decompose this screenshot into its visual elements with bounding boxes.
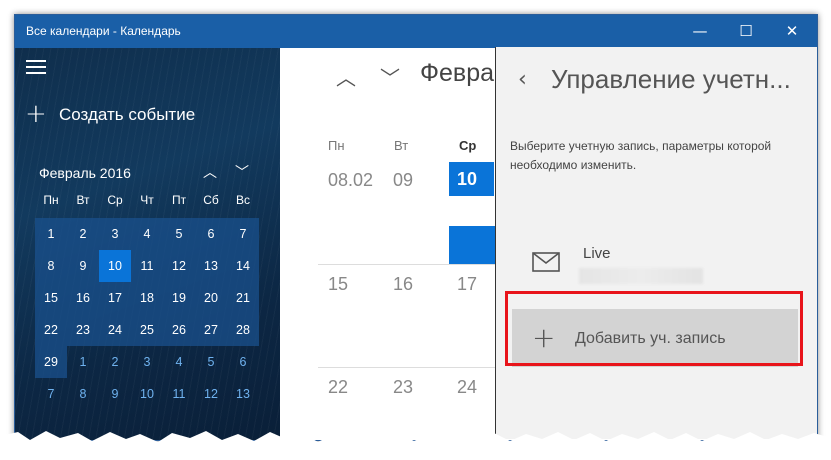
mini-day[interactable]: 28 (227, 314, 259, 346)
day-cell[interactable]: 24 (457, 377, 477, 398)
mini-day[interactable]: 13 (195, 250, 227, 282)
mini-day[interactable]: 2 (67, 218, 99, 250)
mini-day[interactable]: 5 (195, 346, 227, 378)
mini-calendar-month: Февраль 2016 (39, 165, 131, 181)
mini-weekday: Вт (76, 193, 90, 207)
title-bar: Все календари - Календарь — ☐ ✕ (15, 15, 817, 48)
mini-day[interactable]: 17 (99, 282, 131, 314)
mini-day[interactable]: 12 (163, 250, 195, 282)
mini-weekday: Ср (107, 193, 123, 207)
weekday-header: Ср (459, 138, 477, 153)
mini-day[interactable]: 25 (131, 314, 163, 346)
mini-day[interactable]: 29 (35, 346, 67, 378)
menu-icon[interactable] (26, 60, 48, 76)
mini-calendar-grid: Пн Вт Ср Чт Пт Сб Вс 1 2 3 4 5 6 7 8 9 1… (35, 190, 259, 410)
chevron-down-icon[interactable]: ﹀ (380, 62, 400, 91)
mini-day[interactable]: 3 (131, 346, 163, 378)
mini-week-row: 7 8 9 10 11 12 13 (35, 378, 259, 410)
mini-day[interactable]: 6 (195, 218, 227, 250)
mini-day[interactable]: 20 (195, 282, 227, 314)
mini-day[interactable]: 11 (131, 250, 163, 282)
mini-day[interactable]: 13 (227, 378, 259, 410)
mini-day[interactable]: 4 (131, 218, 163, 250)
mini-week-row: 15 16 17 18 19 20 21 (35, 282, 259, 314)
mini-day[interactable]: 15 (35, 282, 67, 314)
day-cell[interactable]: 09 (393, 170, 413, 191)
mini-weekday: Вс (235, 193, 250, 207)
chevron-up-icon[interactable]: ︿ (203, 162, 217, 182)
chevron-down-icon[interactable]: ﹀ (235, 162, 249, 182)
panel-description: Выберите учетную запись, параметры котор… (510, 139, 772, 172)
maximize-icon[interactable]: ☐ (723, 15, 769, 48)
day-cell[interactable]: 16 (393, 274, 413, 295)
day-cell[interactable]: 23 (393, 377, 413, 398)
mini-day[interactable]: 4 (163, 346, 195, 378)
month-title: Февра (420, 59, 494, 87)
highlight-frame (505, 291, 803, 366)
manage-accounts-panel: ‹ Управление учетн... Выберите учетную з… (496, 47, 817, 439)
day-cell[interactable]: 08.02 (328, 170, 373, 191)
mini-day[interactable]: 2 (99, 346, 131, 378)
mini-day[interactable]: 9 (67, 250, 99, 282)
window-title: Все календари - Календарь (26, 24, 181, 38)
mini-day[interactable]: 9 (99, 378, 131, 410)
day-cell[interactable]: 15 (328, 274, 348, 295)
mini-weekday: Пн (43, 193, 59, 207)
plus-icon: + (25, 99, 47, 129)
mini-day[interactable]: 8 (67, 378, 99, 410)
mini-day[interactable]: 16 (67, 282, 99, 314)
mini-week-row: 1 2 3 4 5 6 7 (35, 218, 259, 250)
mini-day[interactable]: 23 (67, 314, 99, 346)
mini-day[interactable]: 18 (131, 282, 163, 314)
mini-day[interactable]: 22 (35, 314, 67, 346)
mini-day[interactable]: 24 (99, 314, 131, 346)
account-name: Live (583, 245, 611, 262)
chevron-up-icon[interactable]: ︿ (336, 62, 356, 91)
day-cell[interactable]: 17 (457, 274, 477, 295)
mini-day[interactable]: 7 (35, 378, 67, 410)
month-view: ︿ ﹀ Февра Пн Вт Ср 08.02 09 10 15 16 17 … (280, 48, 495, 440)
mini-day[interactable]: 8 (35, 250, 67, 282)
panel-title: Управление учетн... (551, 64, 791, 94)
weekday-header: Пн (328, 138, 345, 153)
mini-day[interactable]: 10 (131, 378, 163, 410)
mini-week-row: 22 23 24 25 26 27 28 (35, 314, 259, 346)
close-icon[interactable]: ✕ (769, 15, 815, 48)
mini-week-row: 29 1 2 3 4 5 6 (35, 346, 259, 378)
mini-week-row: 8 9 10 11 12 13 14 (35, 250, 259, 282)
mini-day[interactable]: 11 (163, 378, 195, 410)
mini-weekday: Чт (140, 193, 154, 207)
torn-edge (0, 431, 831, 460)
mini-weekday-row: Пн Вт Ср Чт Пт Сб Вс (35, 190, 259, 218)
account-item-live[interactable]: Live (512, 232, 802, 284)
mini-day[interactable]: 1 (35, 218, 67, 250)
event-bar[interactable] (449, 226, 495, 264)
mini-day[interactable]: 1 (67, 346, 99, 378)
mini-day[interactable]: 26 (163, 314, 195, 346)
day-cell[interactable]: 22 (328, 377, 348, 398)
mini-day[interactable]: 6 (227, 346, 259, 378)
mini-day[interactable]: 5 (163, 218, 195, 250)
mini-weekday: Пт (171, 193, 187, 207)
mini-day[interactable]: 7 (227, 218, 259, 250)
mini-weekday: Сб (203, 193, 219, 207)
day-cell-today[interactable]: 10 (449, 162, 494, 196)
mini-day[interactable]: 14 (227, 250, 259, 282)
new-event-label: Создать событие (59, 105, 196, 124)
weekday-header: Вт (394, 138, 409, 153)
mini-day[interactable]: 12 (195, 378, 227, 410)
mini-day-today[interactable]: 10 (99, 250, 131, 282)
back-icon[interactable]: ‹ (518, 67, 527, 92)
mini-day[interactable]: 21 (227, 282, 259, 314)
minimize-icon[interactable]: — (677, 15, 723, 48)
sidebar: + Создать событие Февраль 2016 ︿ ﹀ Пн Вт… (15, 48, 280, 440)
mail-icon (532, 252, 560, 272)
mini-day[interactable]: 3 (99, 218, 131, 250)
account-email-redacted (579, 268, 703, 284)
mini-day[interactable]: 27 (195, 314, 227, 346)
mini-day[interactable]: 19 (163, 282, 195, 314)
